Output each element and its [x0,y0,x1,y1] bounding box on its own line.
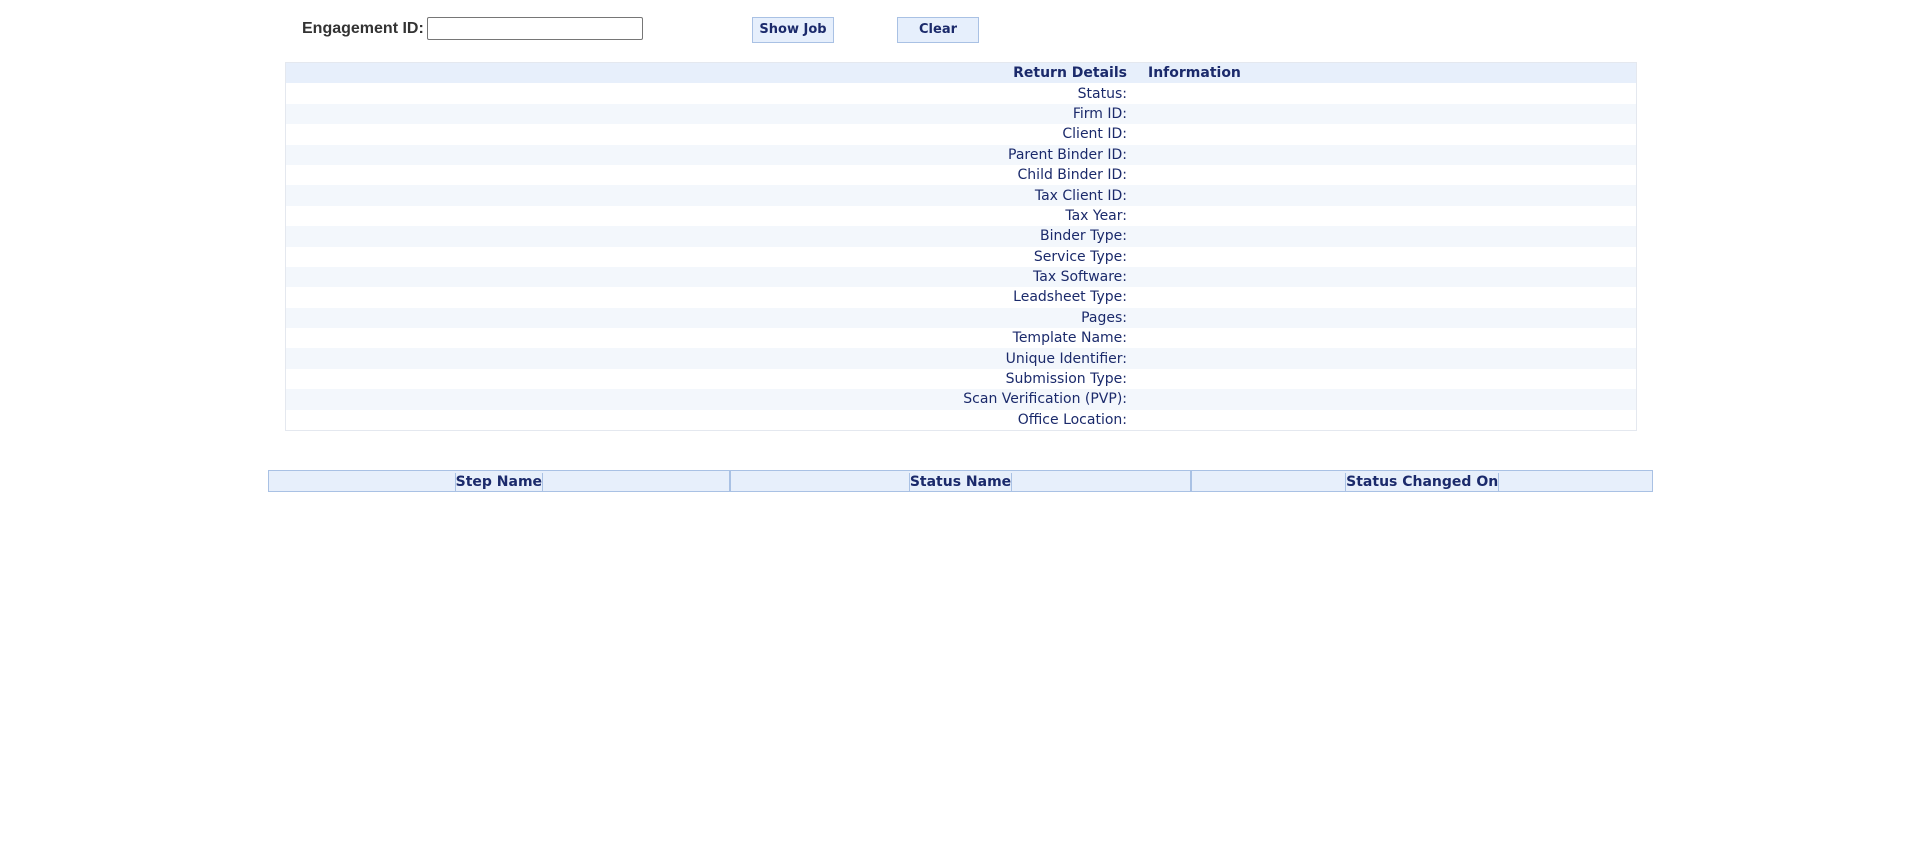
information-header: Information [1148,65,1241,82]
detail-label: Binder Type: [1040,228,1127,245]
detail-label: Template Name: [1012,330,1127,347]
return-details-row: Status: [286,83,1636,104]
detail-label: Tax Client ID: [1034,187,1127,204]
return-details-body: Status: Firm ID: Client ID: Parent Binder I… [286,83,1636,431]
detail-label: Status: [1077,85,1127,102]
detail-label: Tax Year: [1065,207,1127,224]
detail-label: Service Type: [1033,248,1127,265]
status-name-column: Status Name [731,471,1193,491]
return-details-row: Pages: [286,307,1636,329]
app-root: Engagement ID: Show Job Clear Return Det… [0,0,1920,847]
return-details-row: Leadsheet Type: [286,287,1636,308]
return-details-row: Unique Identifier: [286,348,1636,369]
return-details-row: Service Type: [286,246,1636,267]
return-details-row: Office Location: [286,409,1636,431]
return-details-row: Binder Type: [286,226,1636,247]
detail-label: Pages: [1081,309,1127,326]
engagement-id-input[interactable] [427,17,643,40]
step-name-column: Step Name [269,471,731,491]
detail-label: Submission Type: [1005,371,1127,388]
return-details-row: Tax Software: [286,266,1636,288]
status-changed-on-column: Status Changed On [1192,471,1652,491]
return-details-row: Parent Binder ID: [286,144,1636,165]
return-details-row: Tax Client ID: [286,185,1636,206]
return-details-row: Tax Year: [286,205,1636,227]
return-details-row: Scan Verification (PVP): [286,389,1636,410]
return-details-row: Client ID: [286,124,1636,145]
status-name-header: Status Name [908,473,1013,491]
detail-label: Leadsheet Type: [1013,289,1127,306]
detail-label: Client ID: [1062,126,1127,143]
detail-label: Office Location: [1017,411,1127,428]
steps-table-header: Step Name Status Name Status Changed On [268,470,1653,492]
detail-label: Unique Identifier: [1005,350,1127,367]
return-details-table: Return Details Information Status: Firm I… [285,62,1637,432]
return-details-row: Submission Type: [286,368,1636,390]
status-changed-on-header: Status Changed On [1345,473,1500,491]
return-details-row: Child Binder ID: [286,164,1636,186]
return-details-row: Firm ID: [286,103,1636,125]
clear-button[interactable]: Clear [897,17,979,43]
return-details-row: Template Name: [286,328,1636,349]
detail-label: Tax Software: [1033,269,1127,286]
return-details-header-row: Return Details Information [286,63,1636,84]
detail-label: Parent Binder ID: [1008,146,1127,163]
return-details-header: Return Details [1013,65,1127,82]
engagement-id-label: Engagement ID: [302,20,424,37]
detail-label: Firm ID: [1072,105,1127,122]
detail-label: Child Binder ID: [1017,167,1127,184]
detail-label: Scan Verification (PVP): [963,391,1127,408]
step-name-header: Step Name [454,473,544,491]
search-bar: Engagement ID: Show Job Clear [302,16,1102,46]
show-job-button[interactable]: Show Job [752,17,834,43]
